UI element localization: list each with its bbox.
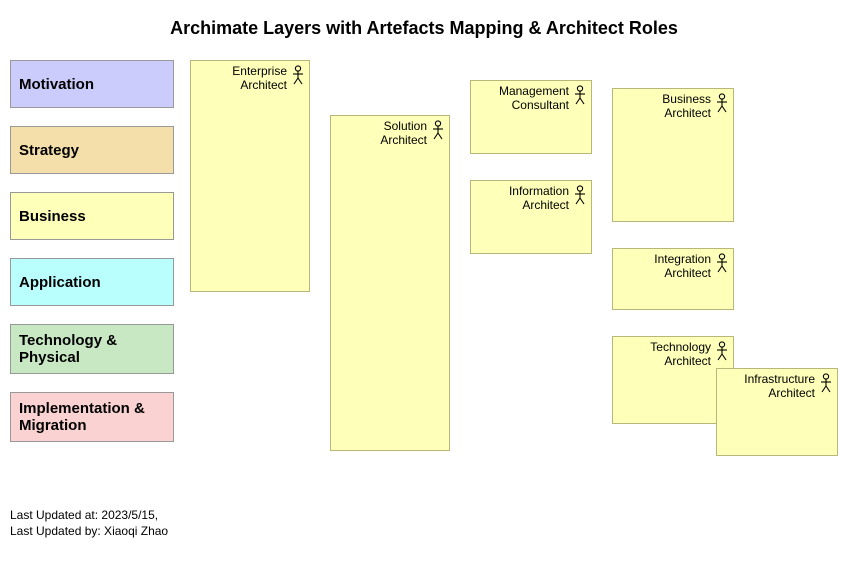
footer-updated-at: Last Updated at: 2023/5/15, bbox=[10, 508, 158, 524]
page-title: Archimate Layers with Artefacts Mapping … bbox=[0, 18, 848, 39]
role-label: ManagementConsultant bbox=[499, 85, 569, 113]
layer-label: Strategy bbox=[19, 142, 79, 159]
layer-label: Business bbox=[19, 208, 86, 225]
role-label: BusinessArchitect bbox=[662, 93, 711, 121]
business-architect: BusinessArchitect bbox=[612, 88, 734, 222]
enterprise-architect: EnterpriseArchitect bbox=[190, 60, 310, 292]
layer-label: Motivation bbox=[19, 76, 94, 93]
role-label: TechnologyArchitect bbox=[650, 341, 711, 369]
integration-architect: IntegrationArchitect bbox=[612, 248, 734, 310]
information-architect: InformationArchitect bbox=[470, 180, 592, 254]
footer-updated-by: Last Updated by: Xiaoqi Zhao bbox=[10, 524, 168, 540]
actor-icon bbox=[715, 253, 729, 273]
actor-icon bbox=[573, 185, 587, 205]
layer-box: Motivation bbox=[10, 60, 174, 108]
role-label: InformationArchitect bbox=[509, 185, 569, 213]
role-label: EnterpriseArchitect bbox=[232, 65, 287, 93]
role-label: InfrastructureArchitect bbox=[744, 373, 815, 401]
actor-icon bbox=[715, 93, 729, 113]
layer-box: Application bbox=[10, 258, 174, 306]
actor-icon bbox=[819, 373, 833, 393]
layer-label: Technology & Physical bbox=[19, 332, 165, 366]
layer-box: Strategy bbox=[10, 126, 174, 174]
actor-icon bbox=[431, 120, 445, 140]
actor-icon bbox=[573, 85, 587, 105]
layer-box: Implementation & Migration bbox=[10, 392, 174, 442]
layer-label: Application bbox=[19, 274, 101, 291]
actor-icon bbox=[291, 65, 305, 85]
actor-icon bbox=[715, 341, 729, 361]
layer-box: Technology & Physical bbox=[10, 324, 174, 374]
layer-box: Business bbox=[10, 192, 174, 240]
layer-label: Implementation & Migration bbox=[19, 400, 165, 434]
infrastructure-architect: InfrastructureArchitect bbox=[716, 368, 838, 456]
role-label: SolutionArchitect bbox=[380, 120, 427, 148]
role-label: IntegrationArchitect bbox=[654, 253, 711, 281]
management-consultant: ManagementConsultant bbox=[470, 80, 592, 154]
solution-architect: SolutionArchitect bbox=[330, 115, 450, 451]
